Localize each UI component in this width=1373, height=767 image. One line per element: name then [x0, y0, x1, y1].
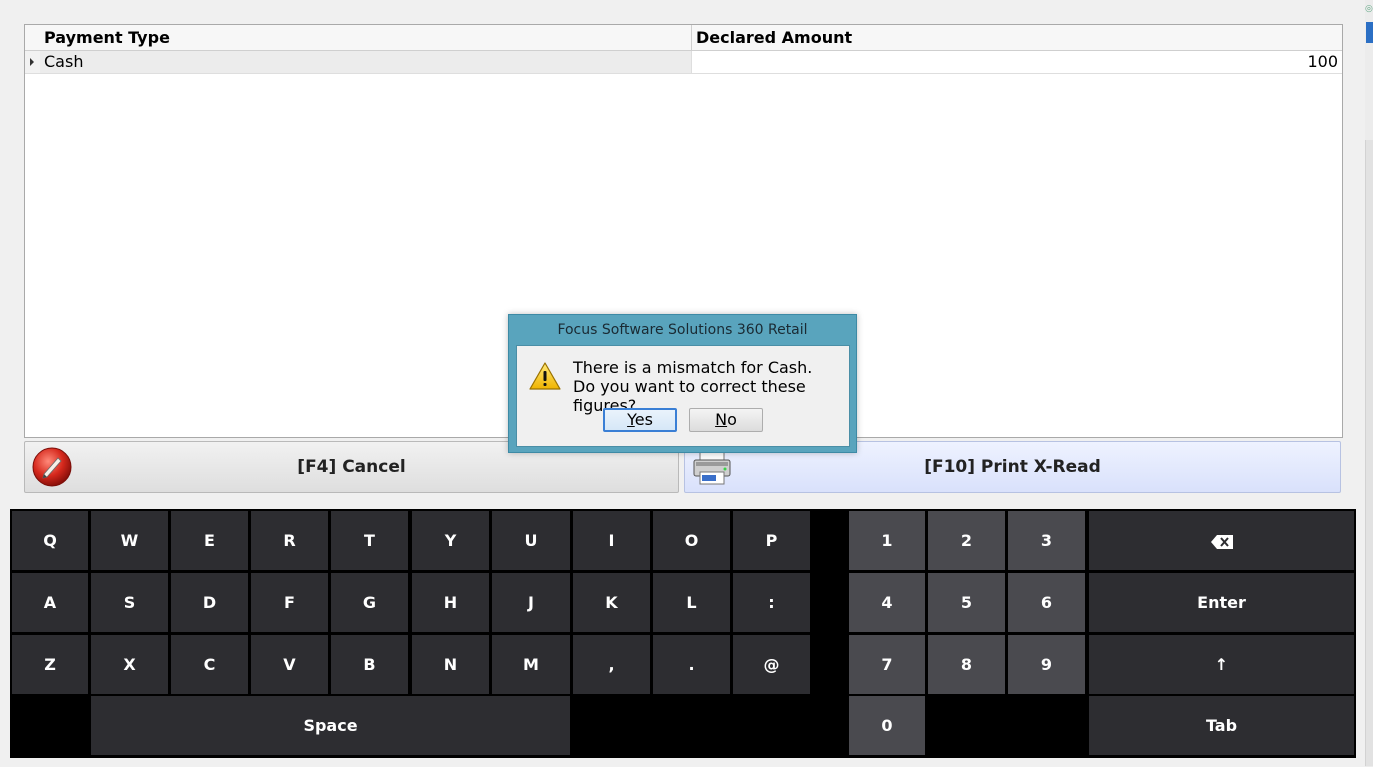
- key-6[interactable]: 6: [1008, 573, 1085, 632]
- dialog-message: There is a mismatch for Cash. Do you wan…: [573, 358, 849, 415]
- key-h[interactable]: H: [412, 573, 489, 632]
- table-row[interactable]: Cash 100: [25, 51, 1342, 74]
- key-x[interactable]: X: [91, 635, 168, 694]
- message-dialog: Focus Software Solutions 360 Retail Ther…: [508, 314, 857, 453]
- key-p[interactable]: P: [733, 511, 810, 570]
- key-r[interactable]: R: [251, 511, 328, 570]
- key-y[interactable]: Y: [412, 511, 489, 570]
- key-a[interactable]: A: [12, 573, 88, 632]
- key-q[interactable]: Q: [12, 511, 88, 570]
- key-t[interactable]: T: [331, 511, 408, 570]
- dialog-message-line1: There is a mismatch for Cash.: [573, 358, 813, 377]
- key-enter[interactable]: Enter: [1089, 573, 1354, 632]
- key-2[interactable]: 2: [928, 511, 1005, 570]
- key-g[interactable]: G: [331, 573, 408, 632]
- key-colon[interactable]: :: [733, 573, 810, 632]
- key-1[interactable]: 1: [849, 511, 925, 570]
- key-4[interactable]: 4: [849, 573, 925, 632]
- key-at[interactable]: @: [733, 635, 810, 694]
- key-f[interactable]: F: [251, 573, 328, 632]
- key-c[interactable]: C: [171, 635, 248, 694]
- key-9[interactable]: 9: [1008, 635, 1085, 694]
- key-tab[interactable]: Tab: [1089, 696, 1354, 755]
- dialog-title[interactable]: Focus Software Solutions 360 Retail: [509, 315, 856, 345]
- key-l[interactable]: L: [653, 573, 730, 632]
- key-o[interactable]: O: [653, 511, 730, 570]
- no-button[interactable]: No: [689, 408, 763, 432]
- key-j[interactable]: J: [492, 573, 570, 632]
- key-7[interactable]: 7: [849, 635, 925, 694]
- key-w[interactable]: W: [91, 511, 168, 570]
- backspace-icon: [1210, 534, 1233, 549]
- grid-header: Payment Type Declared Amount: [25, 25, 1342, 51]
- key-shift[interactable]: ↑: [1089, 635, 1354, 694]
- key-d[interactable]: D: [171, 573, 248, 632]
- key-i[interactable]: I: [573, 511, 650, 570]
- yes-label-rest: es: [634, 410, 653, 429]
- key-3[interactable]: 3: [1008, 511, 1085, 570]
- column-header-declared-amount[interactable]: Declared Amount: [691, 25, 1342, 50]
- window-scrollbar[interactable]: ◎: [1365, 0, 1373, 767]
- key-z[interactable]: Z: [12, 635, 88, 694]
- yes-button[interactable]: Yes: [603, 408, 677, 432]
- dialog-body: There is a mismatch for Cash. Do you wan…: [516, 345, 850, 447]
- key-k[interactable]: K: [573, 573, 650, 632]
- key-m[interactable]: M: [492, 635, 570, 694]
- scroll-accent: [1366, 22, 1373, 43]
- no-mnemonic: N: [715, 410, 728, 429]
- declared-amount-cell[interactable]: 100: [691, 51, 1342, 73]
- key-s[interactable]: S: [91, 573, 168, 632]
- key-b[interactable]: B: [331, 635, 408, 694]
- key-0[interactable]: 0: [849, 696, 925, 755]
- no-label-rest: o: [727, 410, 737, 429]
- key-comma[interactable]: ,: [573, 635, 650, 694]
- key-8[interactable]: 8: [928, 635, 1005, 694]
- key-u[interactable]: U: [492, 511, 570, 570]
- key-v[interactable]: V: [251, 635, 328, 694]
- scrollbar-thumb[interactable]: [1365, 140, 1373, 766]
- key-5[interactable]: 5: [928, 573, 1005, 632]
- key-period[interactable]: .: [653, 635, 730, 694]
- on-screen-keyboard: Q W E R T Y U I O P A S D F G H J K L : …: [10, 509, 1356, 758]
- yes-mnemonic: Y: [627, 410, 635, 429]
- key-space[interactable]: Space: [91, 696, 570, 755]
- resize-glyph-icon: ◎: [1365, 4, 1373, 14]
- key-n[interactable]: N: [412, 635, 489, 694]
- row-selector[interactable]: [25, 51, 41, 73]
- column-header-payment-type[interactable]: Payment Type: [40, 25, 691, 50]
- row-pointer-icon: [30, 58, 34, 66]
- payment-type-cell[interactable]: Cash: [40, 51, 691, 73]
- key-e[interactable]: E: [171, 511, 248, 570]
- warning-icon: [529, 362, 561, 390]
- key-backspace[interactable]: [1089, 511, 1354, 570]
